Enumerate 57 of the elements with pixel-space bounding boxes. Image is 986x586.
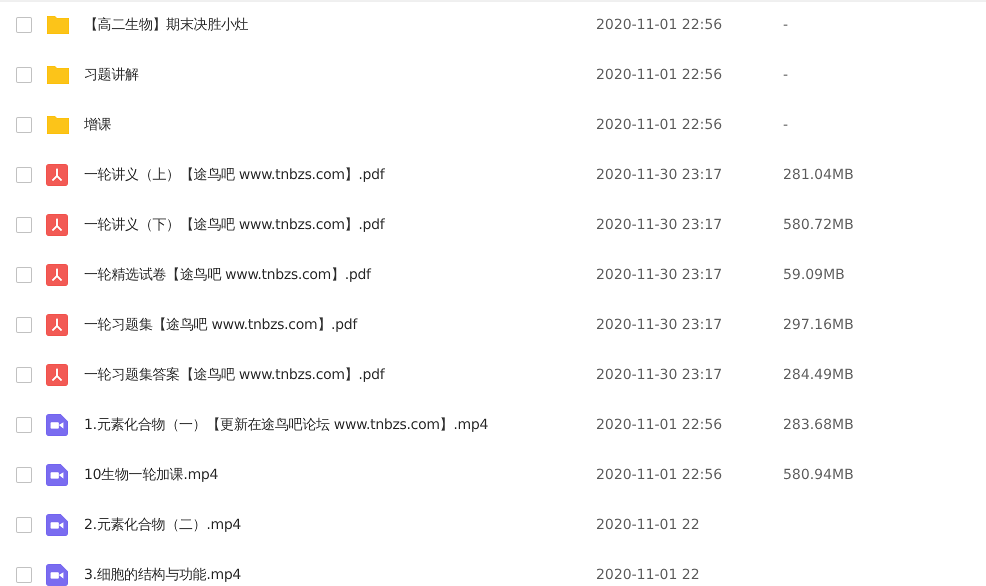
file-name[interactable]: 3.细胞的结构与功能.mp4 (84, 566, 596, 584)
file-name[interactable]: 1.元素化合物（一）【更新在途鸟吧论坛 www.tnbzs.com】.mp4 (84, 416, 596, 434)
file-name[interactable]: 一轮讲义（上）【途鸟吧 www.tnbzs.com】.pdf (84, 166, 596, 184)
modified-date: 2020-11-01 22 (596, 517, 701, 533)
folder-icon (46, 13, 70, 37)
video-icon (46, 513, 68, 537)
file-size: - (783, 117, 788, 133)
modified-date: 2020-11-30 23:17 (596, 267, 724, 283)
pdf-icon (46, 363, 68, 387)
file-size: 284.49MB (783, 367, 854, 383)
checkbox[interactable] (16, 517, 32, 533)
modified-date: 2020-11-30 23:17 (596, 217, 724, 233)
file-size: 297.16MB (783, 317, 854, 333)
checkbox[interactable] (16, 67, 32, 83)
modified-date: 2020-11-01 22:56 (596, 67, 724, 83)
checkbox[interactable] (16, 467, 32, 483)
modified-date: 2020-11-01 22:56 (596, 417, 724, 433)
file-size: 59.09MB (783, 267, 845, 283)
checkbox[interactable] (16, 417, 32, 433)
pdf-icon (46, 263, 68, 287)
video-icon (46, 463, 68, 487)
file-name[interactable]: 【高二生物】期末决胜小灶 (84, 16, 596, 34)
file-size: - (783, 67, 788, 83)
checkbox[interactable] (16, 367, 32, 383)
file-size: 283.68MB (783, 417, 854, 433)
file-size: 281.04MB (783, 167, 854, 183)
pdf-icon (46, 163, 68, 187)
checkbox[interactable] (16, 17, 32, 33)
checkbox[interactable] (16, 217, 32, 233)
file-name[interactable]: 10生物一轮加课.mp4 (84, 466, 596, 484)
checkbox[interactable] (16, 117, 32, 133)
modified-date: 2020-11-30 23:17 (596, 167, 724, 183)
checkbox[interactable] (16, 167, 32, 183)
file-name[interactable]: 习题讲解 (84, 66, 596, 84)
pdf-icon (46, 313, 68, 337)
folder-icon (46, 113, 70, 137)
file-name[interactable]: 增课 (84, 116, 596, 134)
modified-date: 2020-11-01 22:56 (596, 467, 724, 483)
modified-date: 2020-11-01 22:56 (596, 117, 724, 133)
modified-date: 2020-11-30 23:17 (596, 367, 724, 383)
file-size: 580.94MB (783, 467, 854, 483)
file-name[interactable]: 一轮习题集【途鸟吧 www.tnbzs.com】.pdf (84, 316, 596, 334)
file-name[interactable]: 一轮讲义（下）【途鸟吧 www.tnbzs.com】.pdf (84, 216, 596, 234)
file-size: 580.72MB (783, 217, 854, 233)
file-name[interactable]: 一轮习题集答案【途鸟吧 www.tnbzs.com】.pdf (84, 366, 596, 384)
modified-date: 2020-11-30 23:17 (596, 317, 724, 333)
pdf-icon (46, 213, 68, 237)
file-size: - (783, 17, 788, 33)
modified-date: 2020-11-01 22 (596, 567, 701, 583)
checkbox[interactable] (16, 567, 32, 583)
file-name[interactable]: 2.元素化合物（二）.mp4 (84, 516, 596, 534)
modified-date: 2020-11-01 22:56 (596, 17, 724, 33)
checkbox[interactable] (16, 317, 32, 333)
folder-icon (46, 63, 70, 87)
video-icon (46, 413, 68, 437)
checkbox[interactable] (16, 267, 32, 283)
file-name[interactable]: 一轮精选试卷【途鸟吧 www.tnbzs.com】.pdf (84, 266, 596, 284)
